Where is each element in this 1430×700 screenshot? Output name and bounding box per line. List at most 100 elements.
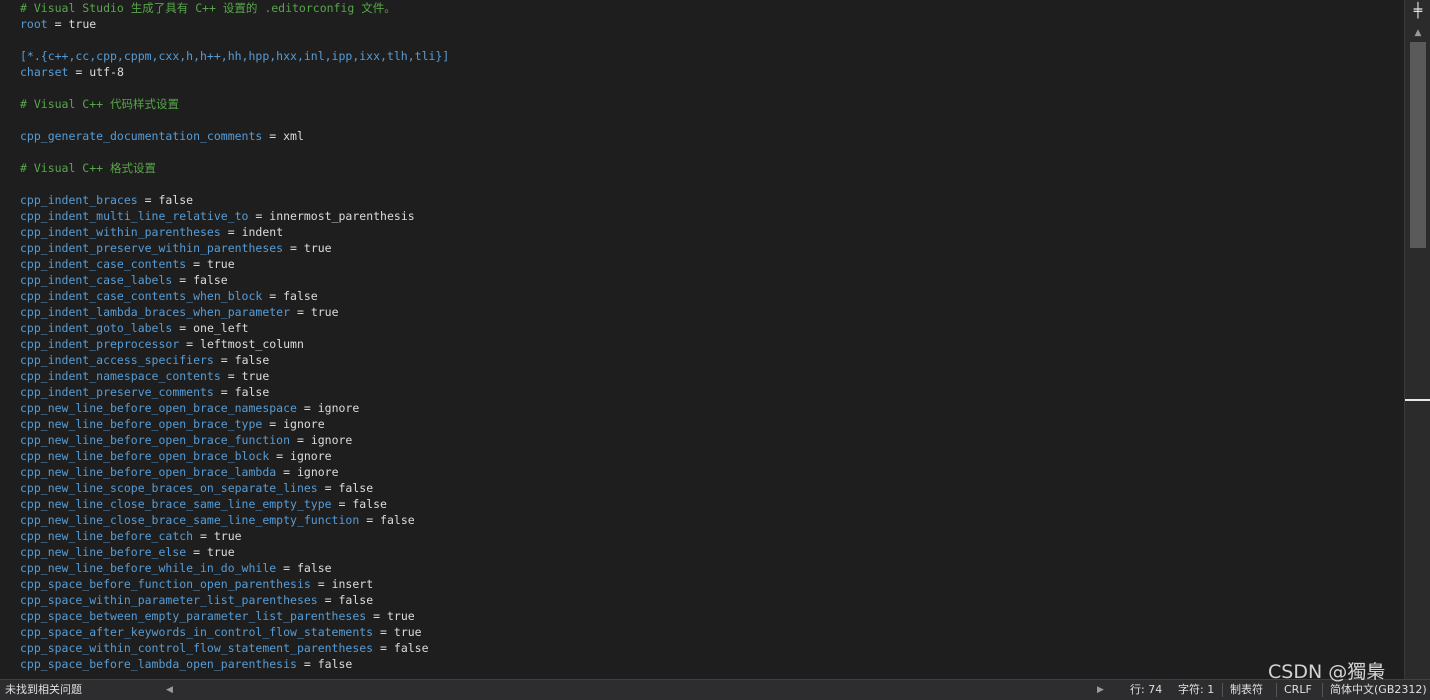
code-line[interactable]: cpp_space_within_parameter_list_parenthe…	[20, 592, 449, 608]
code-line[interactable]: cpp_indent_within_parentheses = indent	[20, 224, 449, 240]
code-line[interactable]: cpp_new_line_before_open_brace_type = ig…	[20, 416, 449, 432]
equals-sign: =	[317, 593, 339, 607]
setting-key: cpp_space_before_function_open_parenthes…	[20, 577, 311, 591]
setting-key: root	[20, 17, 48, 31]
code-editor[interactable]: # Visual Studio 生成了具有 C++ 设置的 .editorcon…	[0, 0, 1404, 679]
status-divider	[1276, 683, 1277, 697]
status-bar: 未找到相关问题 ◀ ▶ 行: 74 字符: 1 制表符 CRLF 简体中文(GB…	[0, 679, 1430, 700]
code-line[interactable]: cpp_space_between_empty_parameter_list_p…	[20, 608, 449, 624]
setting-key: cpp_new_line_before_open_brace_namespace	[20, 401, 297, 415]
comment-text: # Visual Studio 生成了具有 C++ 设置的 .editorcon…	[20, 1, 396, 15]
setting-value: true	[206, 257, 235, 271]
setting-key: cpp_new_line_before_open_brace_type	[20, 417, 263, 431]
equals-sign: =	[331, 497, 353, 511]
code-line[interactable]: cpp_indent_access_specifiers = false	[20, 352, 449, 368]
split-window-icon[interactable]: ╪	[1405, 0, 1430, 22]
scroll-left-arrow-icon[interactable]: ◀	[166, 680, 173, 700]
scroll-up-arrow-icon[interactable]: ▲	[1405, 26, 1430, 40]
code-line[interactable]: cpp_generate_documentation_comments = xm…	[20, 128, 449, 144]
code-line[interactable]: cpp_new_line_before_else = true	[20, 544, 449, 560]
code-line[interactable]: cpp_new_line_before_while_in_do_while = …	[20, 560, 449, 576]
line-indicator[interactable]: 行: 74	[1130, 680, 1162, 700]
code-line[interactable]: cpp_space_before_lambda_open_parenthesis…	[20, 656, 449, 672]
setting-key: cpp_indent_preserve_comments	[20, 385, 214, 399]
watermark: CSDN @獨梟	[1268, 661, 1386, 683]
char-indicator[interactable]: 字符: 1	[1178, 680, 1214, 700]
tabs-indicator[interactable]: 制表符	[1230, 680, 1263, 700]
code-line[interactable]: # Visual C++ 代码样式设置	[20, 96, 449, 112]
code-line[interactable]: cpp_indent_preprocessor = leftmost_colum…	[20, 336, 449, 352]
code-line[interactable]: cpp_indent_preserve_within_parentheses =…	[20, 240, 449, 256]
setting-value: true	[393, 625, 422, 639]
code-line[interactable]: cpp_indent_case_contents_when_block = fa…	[20, 288, 449, 304]
code-line[interactable]: # Visual C++ 格式设置	[20, 160, 449, 176]
code-line[interactable]: cpp_indent_braces = false	[20, 192, 449, 208]
equals-sign: =	[193, 529, 214, 543]
comment-text: # Visual C++ 代码样式设置	[20, 97, 180, 111]
setting-value: indent	[241, 225, 284, 239]
code-line[interactable]	[20, 176, 449, 192]
horizontal-scrollbar[interactable]	[178, 684, 1092, 696]
code-line[interactable]: cpp_new_line_before_open_brace_block = i…	[20, 448, 449, 464]
code-line[interactable]: cpp_new_line_before_catch = true	[20, 528, 449, 544]
setting-key: cpp_indent_braces	[20, 193, 138, 207]
setting-key: cpp_indent_goto_labels	[20, 321, 173, 335]
setting-value: ignore	[317, 401, 360, 415]
code-line[interactable]: cpp_new_line_close_brace_same_line_empty…	[20, 496, 449, 512]
code-lines[interactable]: # Visual Studio 生成了具有 C++ 设置的 .editorcon…	[20, 0, 449, 672]
setting-value: innermost_parenthesis	[269, 209, 415, 223]
setting-value: true	[386, 609, 415, 623]
setting-value: false	[393, 641, 429, 655]
setting-value: true	[206, 545, 235, 559]
code-line[interactable]: cpp_new_line_before_open_brace_function …	[20, 432, 449, 448]
code-line[interactable]: cpp_indent_preserve_comments = false	[20, 384, 449, 400]
equals-sign: =	[269, 449, 291, 463]
code-line[interactable]: root = true	[20, 16, 449, 32]
equals-sign: =	[248, 209, 270, 223]
code-line[interactable]	[20, 144, 449, 160]
setting-value: true	[303, 241, 332, 255]
code-line[interactable]: cpp_new_line_before_open_brace_namespace…	[20, 400, 449, 416]
setting-value: one_left	[193, 321, 249, 335]
equals-sign: =	[296, 401, 318, 415]
setting-value: true	[68, 17, 97, 31]
equals-sign: =	[283, 241, 304, 255]
code-line[interactable]: cpp_new_line_scope_braces_on_separate_li…	[20, 480, 449, 496]
code-line[interactable]	[20, 32, 449, 48]
code-line[interactable]: charset = utf-8	[20, 64, 449, 80]
code-line[interactable]: cpp_indent_case_contents = true	[20, 256, 449, 272]
equals-sign: =	[186, 257, 207, 271]
code-line[interactable]: # Visual Studio 生成了具有 C++ 设置的 .editorcon…	[20, 0, 449, 16]
code-line[interactable]: cpp_space_before_function_open_parenthes…	[20, 576, 449, 592]
setting-value: xml	[283, 129, 304, 143]
code-line[interactable]	[20, 112, 449, 128]
code-line[interactable]: cpp_indent_lambda_braces_when_parameter …	[20, 304, 449, 320]
equals-sign: =	[220, 369, 242, 383]
equals-sign: =	[310, 577, 332, 591]
code-line[interactable]: cpp_new_line_before_open_brace_lambda = …	[20, 464, 449, 480]
equals-sign: =	[213, 353, 235, 367]
code-line[interactable]	[20, 80, 449, 96]
scroll-right-arrow-icon[interactable]: ▶	[1097, 680, 1104, 700]
code-line[interactable]: cpp_space_within_control_flow_statement_…	[20, 640, 449, 656]
setting-value: false	[158, 193, 194, 207]
code-line[interactable]: cpp_indent_goto_labels = one_left	[20, 320, 449, 336]
setting-value: false	[193, 273, 228, 287]
issues-status[interactable]: 未找到相关问题	[5, 680, 82, 700]
equals-sign: =	[373, 641, 394, 655]
code-line[interactable]: cpp_indent_multi_line_relative_to = inne…	[20, 208, 449, 224]
vertical-scrollbar[interactable]: ╪ ▲	[1404, 0, 1430, 679]
code-line[interactable]: cpp_new_line_close_brace_same_line_empty…	[20, 512, 449, 528]
code-line[interactable]: cpp_indent_case_labels = false	[20, 272, 449, 288]
scrollbar-thumb[interactable]	[1410, 42, 1426, 248]
setting-value: ignore	[296, 465, 339, 479]
equals-sign: =	[186, 545, 207, 559]
setting-key: cpp_new_line_before_open_brace_block	[20, 449, 270, 463]
code-line[interactable]: cpp_space_after_keywords_in_control_flow…	[20, 624, 449, 640]
setting-value: false	[352, 497, 387, 511]
code-line[interactable]: [*.{c++,cc,cpp,cppm,cxx,h,h++,hh,hpp,hxx…	[20, 48, 449, 64]
setting-key: cpp_indent_case_contents	[20, 257, 187, 271]
code-line[interactable]: cpp_indent_namespace_contents = true	[20, 368, 449, 384]
equals-sign: =	[317, 481, 339, 495]
setting-key: cpp_space_before_lambda_open_parenthesis	[20, 657, 297, 671]
